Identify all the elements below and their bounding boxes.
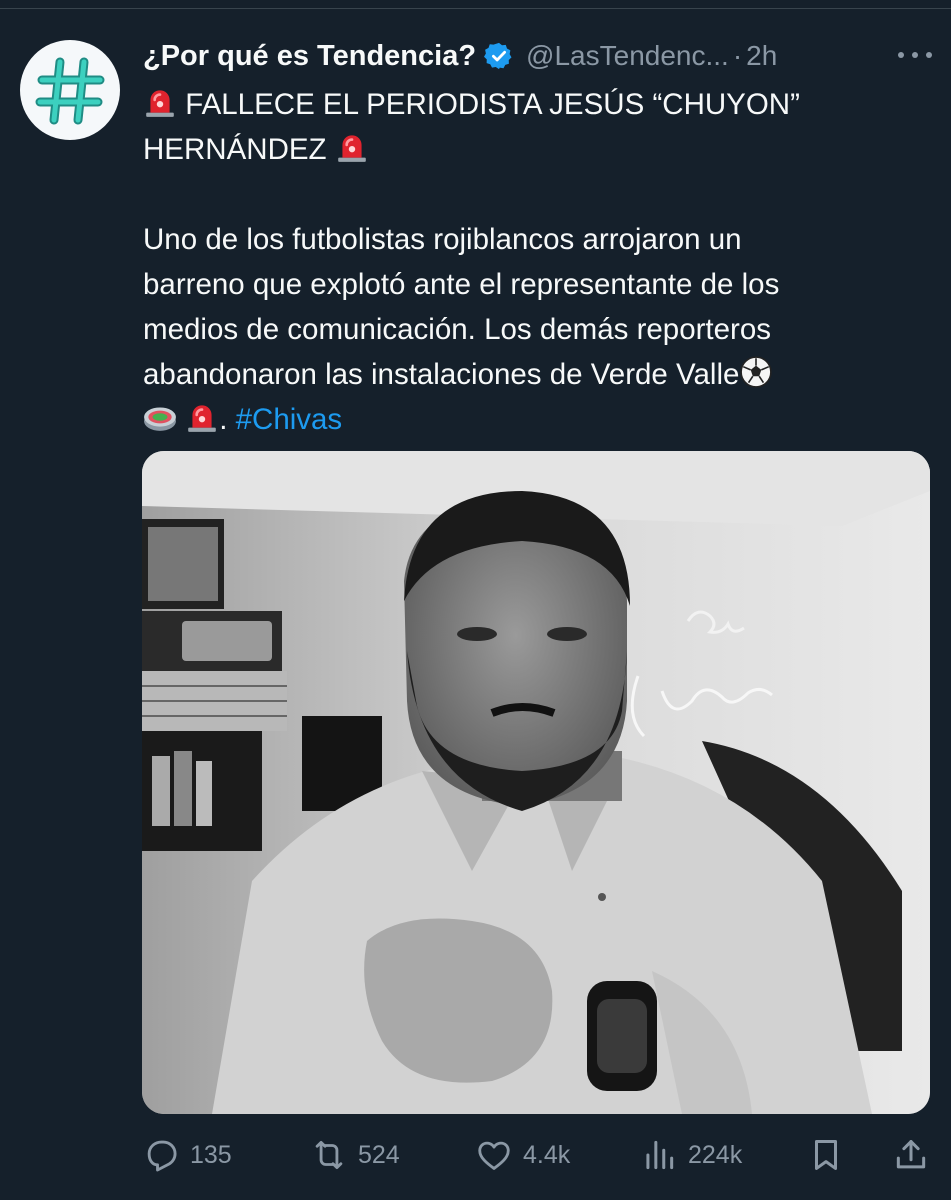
share-button[interactable] [892,1130,930,1180]
siren-emoji-icon [188,405,217,432]
soccer-ball-emoji-icon [740,356,773,388]
reply-count: 135 [190,1140,232,1169]
bookmark-button[interactable] [807,1130,845,1180]
tweet-media-photo[interactable] [142,451,930,1114]
timestamp[interactable]: 2h [746,40,777,72]
stadium-emoji-icon [144,407,176,431]
retweet-count: 524 [358,1140,400,1169]
body-line-1: Uno de los futbolistas rojiblancos arroj… [143,223,742,256]
photo-image [142,451,930,1114]
top-divider [0,0,951,9]
body-line-5: . #Chivas [143,397,923,442]
avatar[interactable] [20,40,120,140]
share-icon [892,1136,930,1174]
body-line-4: abandonaron las instalaciones de Verde V… [143,352,923,397]
body-line-3: medios de comunicación. Los demás report… [143,313,772,346]
user-handle[interactable]: @LasTendenc... [526,40,729,72]
heart-icon [475,1136,513,1174]
views-icon [640,1136,678,1174]
views-count: 224k [688,1140,743,1169]
headline-line-1: FALLECE EL PERIODISTA JESÚS “CHUYON” [143,82,923,127]
separator-dot: · [732,40,743,71]
retweet-icon [310,1136,348,1174]
more-icon[interactable] [898,48,932,62]
headline-text-2: HERNÁNDEZ [143,133,327,166]
body-end: . [219,403,236,436]
retweet-button[interactable]: 524 [310,1130,400,1180]
body-line-2: barreno que explotó ante el representant… [143,268,780,301]
reply-button[interactable]: 135 [142,1130,232,1180]
siren-emoji-icon [337,135,366,162]
tweet-actions: 135 524 4.4k 224k [142,1130,932,1180]
tweet-text: FALLECE EL PERIODISTA JESÚS “CHUYON” HER… [143,82,923,442]
headline-text-1: FALLECE EL PERIODISTA JESÚS “CHUYON” [185,88,800,121]
body-text-4: abandonaron las instalaciones de Verde V… [143,358,740,391]
display-name[interactable]: ¿Por qué es Tendencia? [143,40,476,73]
hashtag-link[interactable]: #Chivas [236,403,343,436]
bookmark-icon [807,1136,845,1174]
tweet-header: ¿Por qué es Tendencia? @LasTendenc... · … [143,36,933,76]
views-button[interactable]: 224k [640,1130,742,1180]
hashtag-logo-icon [35,57,105,125]
reply-icon [142,1136,180,1174]
like-button[interactable]: 4.4k [475,1130,570,1180]
like-count: 4.4k [523,1140,571,1169]
headline-line-2: HERNÁNDEZ [143,127,923,172]
verified-badge-icon[interactable] [484,41,514,71]
siren-emoji-icon [146,90,174,117]
